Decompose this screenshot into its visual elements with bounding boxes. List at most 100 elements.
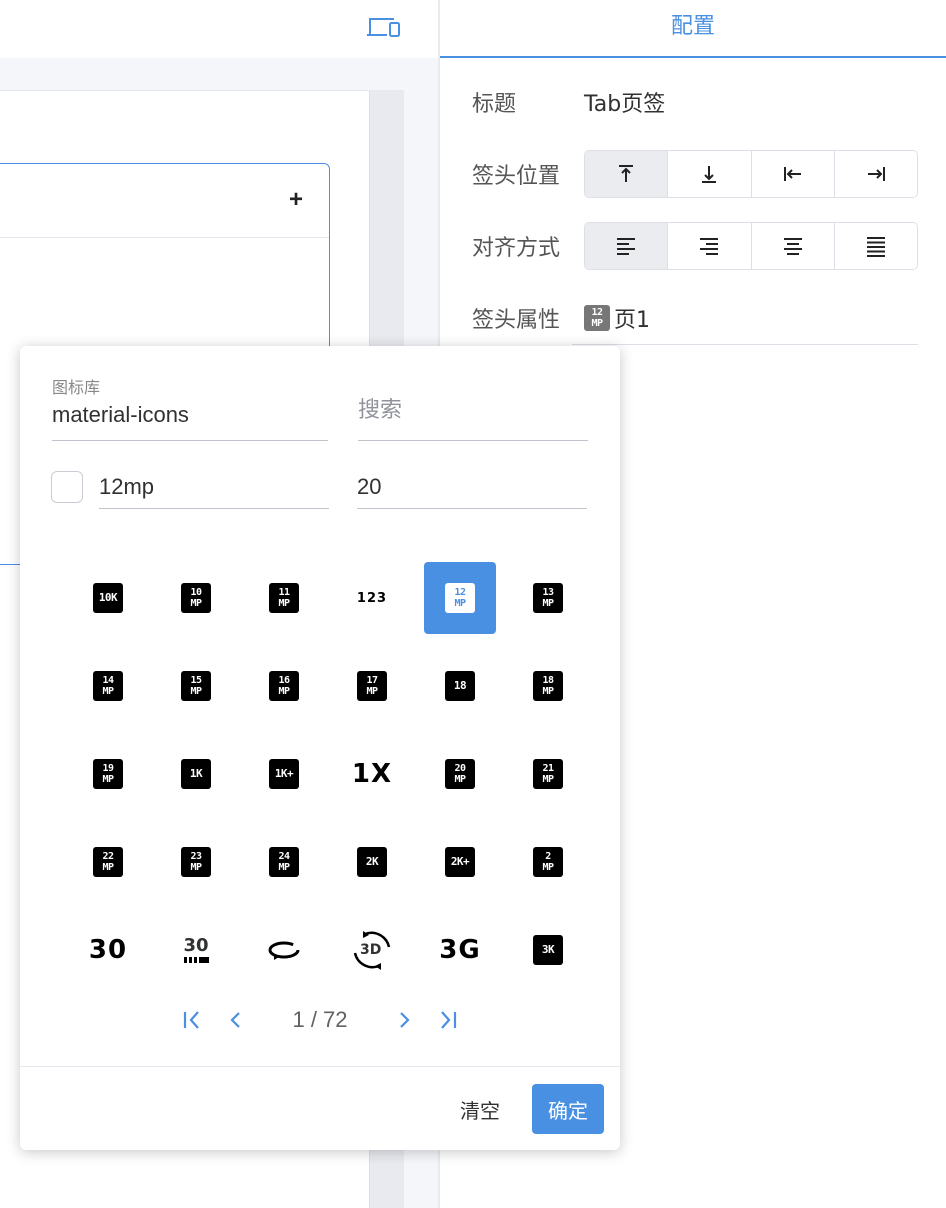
icon-picker-popover: 图标库 material-icons 10K 10MP 11MP 12312MP13M… bbox=[20, 346, 620, 1150]
30fps-select-icon: 30 bbox=[183, 937, 209, 963]
icon-cell-1k[interactable]: 1K bbox=[152, 730, 240, 818]
tab-config[interactable]: 配置 bbox=[440, 0, 946, 58]
prop-attr-text: 页1 bbox=[614, 308, 650, 333]
library-field[interactable]: 图标库 material-icons bbox=[52, 374, 189, 428]
icon-glyph-top: 14 bbox=[102, 675, 114, 686]
add-tab-icon[interactable]: + bbox=[289, 186, 303, 214]
align-justify-button[interactable] bbox=[833, 223, 917, 269]
icon-glyph-bottom: MP bbox=[366, 686, 378, 697]
icon-cell-18[interactable]: 18 bbox=[416, 642, 504, 730]
icon-cell-19mp[interactable]: 19 MP bbox=[64, 730, 152, 818]
prop-attr-value[interactable]: 12 MP 页1 bbox=[584, 302, 650, 334]
icon-cell-15mp[interactable]: 15 MP bbox=[152, 642, 240, 730]
attr-underline bbox=[572, 344, 918, 345]
align-left-button[interactable] bbox=[585, 223, 668, 269]
1x-icon: 1X bbox=[351, 759, 393, 789]
11mp-icon: 11 MP bbox=[269, 583, 299, 613]
prop-align-row: 对齐方式 bbox=[472, 222, 918, 270]
icon-glyph-bottom: MP bbox=[454, 598, 466, 609]
icon-glyph-bottom: MP bbox=[454, 774, 466, 785]
align-top-icon bbox=[619, 165, 634, 182]
icon-cell-30fps-select[interactable]: 30 bbox=[152, 906, 240, 994]
icon-cell-10k[interactable]: 10K bbox=[64, 554, 152, 642]
prop-title-row: 标题 Tab页签 bbox=[472, 78, 665, 126]
icon-glyph-top: 19 bbox=[102, 763, 114, 774]
confirm-button[interactable]: 确定 bbox=[532, 1084, 604, 1134]
next-page-button[interactable] bbox=[382, 998, 426, 1042]
align-right-button[interactable] bbox=[667, 223, 751, 269]
icon-cell-21mp[interactable]: 21 MP bbox=[504, 730, 592, 818]
icon-cell-30fps[interactable]: 30 bbox=[64, 906, 152, 994]
icon-cell-3k[interactable]: 3K bbox=[504, 906, 592, 994]
23mp-icon: 23 MP bbox=[181, 847, 211, 877]
align-segmented bbox=[584, 222, 918, 270]
page-indicator: 1 / 72 bbox=[292, 1007, 348, 1032]
icon-cell-2mp[interactable]: 2 MP bbox=[504, 818, 592, 906]
icon-cell-10mp[interactable]: 10 MP bbox=[152, 554, 240, 642]
filter-checkbox[interactable] bbox=[51, 471, 83, 503]
icon-cell-12mp[interactable]: 12 MP bbox=[416, 554, 504, 642]
chevron-right-icon bbox=[400, 1012, 410, 1028]
icon-cell-inner: 11 MP bbox=[248, 562, 320, 634]
icon-cell-14mp[interactable]: 14 MP bbox=[64, 642, 152, 730]
icon-cell-1x[interactable]: 1X bbox=[328, 730, 416, 818]
2k-icon: 2K bbox=[357, 847, 387, 877]
library-value[interactable]: material-icons bbox=[52, 402, 189, 428]
icon-cell-123[interactable]: 123 bbox=[328, 554, 416, 642]
icon-glyph-bottom: MP bbox=[542, 686, 554, 697]
icon-cell-inner: 13 MP bbox=[512, 562, 584, 634]
prop-attr-label: 签头属性 bbox=[472, 308, 561, 333]
position-right-button[interactable] bbox=[833, 151, 917, 197]
icon-cell-18mp[interactable]: 18 MP bbox=[504, 642, 592, 730]
1k-plus-icon: 1K+ bbox=[269, 759, 299, 789]
icon-cell-360[interactable] bbox=[240, 906, 328, 994]
format-align-right-icon bbox=[700, 238, 719, 255]
24mp-icon: 24 MP bbox=[269, 847, 299, 877]
icon-glyph-top: 22 bbox=[102, 851, 114, 862]
filter-input[interactable] bbox=[99, 467, 329, 507]
devices-icon[interactable] bbox=[366, 14, 402, 40]
prev-page-button[interactable] bbox=[214, 998, 258, 1042]
last-page-button[interactable] bbox=[426, 998, 470, 1042]
icon-cell-16mp[interactable]: 16 MP bbox=[240, 642, 328, 730]
icon-cell-inner: 18 MP bbox=[512, 650, 584, 722]
icon-cell-1k-plus[interactable]: 1K+ bbox=[240, 730, 328, 818]
position-bottom-button[interactable] bbox=[667, 151, 751, 197]
icon-cell-23mp[interactable]: 23 MP bbox=[152, 818, 240, 906]
icon-cell-3g-mobiledata[interactable]: 3G bbox=[416, 906, 504, 994]
icon-glyph-bars bbox=[183, 957, 209, 963]
icon-cell-inner: 21 MP bbox=[512, 738, 584, 810]
icon-cell-inner: 3D bbox=[336, 914, 408, 986]
position-segmented bbox=[584, 150, 918, 198]
icon-cell-22mp[interactable]: 22 MP bbox=[64, 818, 152, 906]
icon-glyph-bottom: MP bbox=[190, 862, 202, 873]
icon-cell-inner: 16 MP bbox=[248, 650, 320, 722]
icon-cell-inner: 23 MP bbox=[160, 826, 232, 898]
14mp-icon: 14 MP bbox=[93, 671, 123, 701]
clear-button[interactable]: 清空 bbox=[448, 1084, 512, 1134]
icon-glyph-bottom: MP bbox=[190, 686, 202, 697]
icon-cell-2k-plus[interactable]: 2K+ bbox=[416, 818, 504, 906]
search-input[interactable] bbox=[358, 382, 588, 438]
icon-cell-13mp[interactable]: 13 MP bbox=[504, 554, 592, 642]
icon-cell-3d-rotation[interactable]: 3D bbox=[328, 906, 416, 994]
first-page-button[interactable] bbox=[170, 998, 214, 1042]
icon-cell-inner: 22 MP bbox=[72, 826, 144, 898]
icon-cell-17mp[interactable]: 17 MP bbox=[328, 642, 416, 730]
prop-align-label: 对齐方式 bbox=[472, 236, 561, 261]
icon-cell-2k[interactable]: 2K bbox=[328, 818, 416, 906]
align-center-button[interactable] bbox=[750, 223, 834, 269]
icon-cell-inner bbox=[248, 914, 320, 986]
10k-icon: 10K bbox=[93, 583, 123, 613]
icon-cell-20mp[interactable]: 20 MP bbox=[416, 730, 504, 818]
18mp-icon: 18 MP bbox=[533, 671, 563, 701]
prop-title-value[interactable]: Tab页签 bbox=[584, 86, 665, 118]
prop-attr-row: 签头属性 12 MP 页1 bbox=[472, 294, 650, 342]
format-align-left-icon bbox=[617, 238, 636, 255]
icon-cell-11mp[interactable]: 11 MP bbox=[240, 554, 328, 642]
prop-position-label: 签头位置 bbox=[472, 164, 561, 189]
position-top-button[interactable] bbox=[585, 151, 668, 197]
position-left-button[interactable] bbox=[750, 151, 834, 197]
page-size-input[interactable] bbox=[357, 467, 587, 507]
icon-cell-24mp[interactable]: 24 MP bbox=[240, 818, 328, 906]
